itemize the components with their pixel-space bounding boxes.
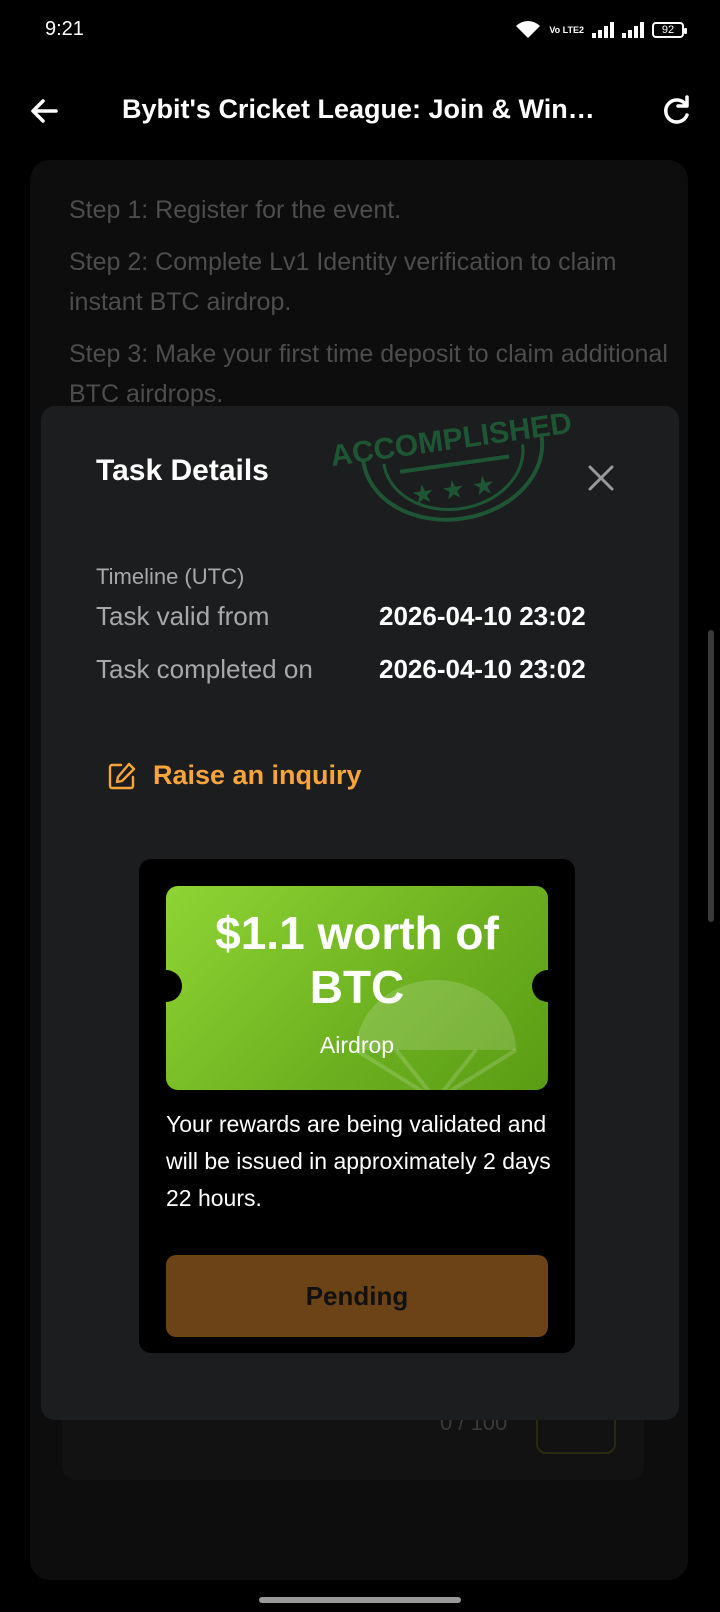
reward-type: Airdrop	[319, 1032, 395, 1058]
accomplished-stamp: ★ ★ ★ ACCOMPLISHED	[328, 407, 574, 522]
step-1-text: Step 1: Register for the event.	[69, 196, 402, 224]
top-app-bar: Bybit's Cricket League: Join & Win $5...	[0, 76, 720, 146]
scrollbar[interactable]	[708, 630, 714, 922]
close-icon[interactable]	[581, 458, 621, 498]
timeline-label: Timeline (UTC)	[96, 564, 245, 589]
completed-on-label: Task completed on	[96, 654, 313, 684]
raise-inquiry-link[interactable]: Raise an inquiry	[107, 760, 362, 791]
back-arrow-icon[interactable]	[24, 91, 64, 131]
battery-icon: 92	[652, 22, 687, 38]
volte-icon: Vo LTE2	[549, 24, 584, 35]
svg-text:★ ★ ★: ★ ★ ★	[409, 469, 497, 510]
step-2-text: Step 2: Complete Lv1 Identity verificati…	[69, 248, 617, 316]
reward-ticket: $1.1 worth of BTC Airdrop	[166, 886, 548, 1090]
signal-1-icon	[592, 22, 614, 38]
valid-from-value: 2026-04-10 23:02	[379, 601, 586, 631]
status-time: 9:21	[45, 18, 84, 40]
modal-title: Task Details	[96, 454, 269, 487]
pending-button[interactable]: Pending	[166, 1255, 548, 1337]
signal-2-icon	[622, 22, 644, 38]
raise-inquiry-label: Raise an inquiry	[153, 760, 362, 790]
reward-amount: $1.1 worth of BTC	[215, 907, 499, 1013]
completed-on-value: 2026-04-10 23:02	[379, 654, 586, 684]
step-3-text: Step 3: Make your first time deposit to …	[69, 340, 668, 408]
wifi-icon	[516, 21, 541, 38]
status-bar: 9:21 Vo LTE2 92	[0, 0, 720, 64]
page-title: Bybit's Cricket League: Join & Win $5...	[122, 94, 602, 124]
status-icons: Vo LTE2 92	[515, 20, 687, 40]
home-indicator[interactable]	[259, 1597, 461, 1603]
valid-from-label: Task valid from	[96, 601, 270, 631]
reward-status-message: Your rewards are being validated and wil…	[166, 1111, 551, 1211]
task-details-modal: ★ ★ ★ ACCOMPLISHED Task Details Timeline…	[41, 406, 679, 1420]
reward-card: $1.1 worth of BTC Airdrop Your rewards a…	[139, 859, 575, 1353]
edit-icon	[108, 762, 136, 789]
refresh-icon[interactable]	[656, 91, 696, 131]
